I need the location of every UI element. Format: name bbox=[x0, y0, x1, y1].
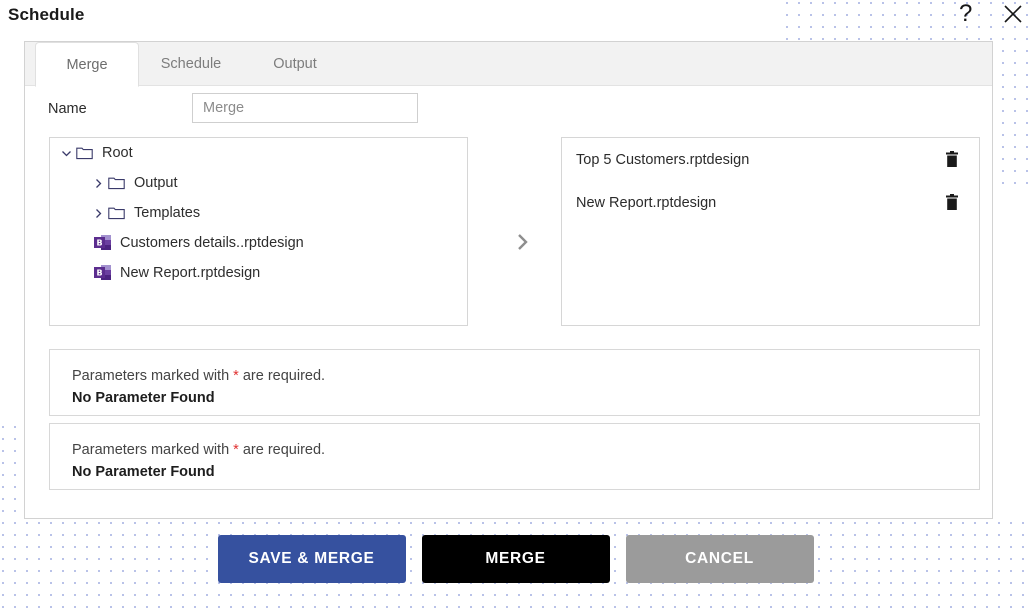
action-bar: SAVE & MERGE MERGE CANCEL bbox=[0, 535, 1031, 583]
chevron-right-icon[interactable] bbox=[90, 177, 106, 190]
selected-item-row: New Report.rptdesign bbox=[562, 181, 979, 224]
tab-merge[interactable]: Merge bbox=[35, 42, 139, 87]
tree-node-label: Output bbox=[134, 175, 178, 191]
trash-icon[interactable] bbox=[945, 150, 961, 169]
hint-text-before: Parameters marked with bbox=[72, 442, 234, 458]
tree-node-label: Root bbox=[102, 145, 133, 161]
tab-bar: Merge Schedule Output bbox=[25, 42, 992, 87]
svg-text:B: B bbox=[96, 269, 102, 278]
birt-report-icon: B bbox=[94, 234, 112, 252]
folder-icon bbox=[106, 206, 126, 220]
birt-report-icon: B bbox=[94, 264, 112, 282]
parameters-required-hint: Parameters marked with * are required. bbox=[72, 368, 957, 384]
tree-node-label: Customers details..rptdesign bbox=[120, 235, 304, 251]
selected-item-label: Top 5 Customers.rptdesign bbox=[576, 151, 750, 168]
save-and-merge-button[interactable]: SAVE & MERGE bbox=[217, 535, 406, 583]
selected-item-row: Top 5 Customers.rptdesign bbox=[562, 138, 979, 181]
chevron-down-icon[interactable] bbox=[58, 147, 74, 160]
tab-schedule[interactable]: Schedule bbox=[139, 42, 243, 85]
selected-reports-panel: Top 5 Customers.rptdesign New Report.rpt… bbox=[561, 137, 980, 326]
hint-text-after: are required. bbox=[238, 442, 326, 458]
folder-icon bbox=[106, 176, 126, 190]
tree-node-file-new-report[interactable]: B New Report.rptdesign bbox=[50, 258, 467, 288]
no-parameter-found-text: No Parameter Found bbox=[72, 390, 215, 406]
tab-output[interactable]: Output bbox=[243, 42, 347, 85]
close-icon[interactable] bbox=[1002, 3, 1024, 29]
tree-node-file-customers-details[interactable]: B Customers details..rptdesign bbox=[50, 228, 467, 258]
tree-node-output[interactable]: Output bbox=[50, 168, 467, 198]
svg-text:B: B bbox=[96, 239, 102, 248]
parameters-required-hint: Parameters marked with * are required. bbox=[72, 442, 957, 458]
parameters-section-1: Parameters marked with * are required. N… bbox=[49, 349, 980, 416]
page-title: Schedule bbox=[8, 5, 85, 24]
merge-button[interactable]: MERGE bbox=[421, 535, 610, 583]
folder-icon bbox=[74, 146, 94, 160]
no-parameter-found-text: No Parameter Found bbox=[72, 464, 215, 480]
name-row: Name bbox=[25, 86, 992, 134]
merge-dialog-panel: Merge Schedule Output Name Root bbox=[24, 41, 993, 519]
cancel-button[interactable]: CANCEL bbox=[625, 535, 814, 583]
trash-icon[interactable] bbox=[945, 193, 961, 212]
selected-item-label: New Report.rptdesign bbox=[576, 194, 717, 211]
tree-node-label: Templates bbox=[134, 205, 201, 221]
tree-node-label: New Report.rptdesign bbox=[120, 265, 261, 281]
tree-node-root[interactable]: Root bbox=[50, 138, 467, 168]
transfer-right-button[interactable] bbox=[509, 228, 537, 256]
help-icon[interactable]: ? bbox=[959, 2, 972, 26]
resource-tree-panel[interactable]: Root Output Templates B Customers detail… bbox=[49, 137, 468, 326]
parameters-section-2: Parameters marked with * are required. N… bbox=[49, 423, 980, 490]
hint-text-before: Parameters marked with bbox=[72, 368, 234, 384]
name-label: Name bbox=[48, 101, 87, 117]
tree-node-templates[interactable]: Templates bbox=[50, 198, 467, 228]
name-input[interactable] bbox=[192, 93, 418, 123]
chevron-right-icon[interactable] bbox=[90, 207, 106, 220]
hint-text-after: are required. bbox=[238, 368, 326, 384]
